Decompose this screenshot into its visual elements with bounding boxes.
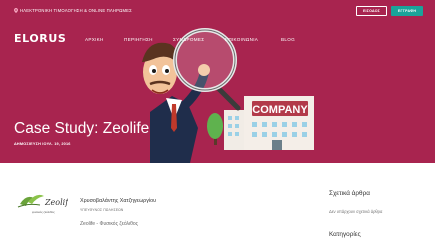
page-title: Case Study: Zeolife: [14, 120, 150, 137]
publish-date: ΔΗΜΟΣΙΕΥΣΗ ΙΟΥΛ. 19, 2016: [14, 142, 71, 146]
author-name: Χρυσοβαλάντης Χατζηγεωργίου: [80, 198, 157, 204]
hero-illustration: COMPANY: [142, 28, 314, 163]
signup-button[interactable]: ΕΓΓΡΑΦΗ: [391, 6, 423, 16]
tagline: ΗΛΕΚΤΡΟΝΙΚΗ ΤΙΜΟΛΟΓΗΣΗ & ONLINE ΠΛΗΡΩΜΕΣ: [14, 8, 132, 13]
related-articles-title: Σχετικά άρθρα: [329, 190, 370, 197]
nav-item-contact[interactable]: ΕΠΙΚΟΙΝΩΝΙΑ: [225, 37, 258, 42]
nav-item-tour[interactable]: ΠΕΡΙΗΓΗΣΗ: [124, 37, 153, 42]
hero-banner: COMPANY ΗΛΕΚΤΡΟΝΙΚΗ ΤΙΜΟΛΟΓΗΣΗ & ONLINE …: [0, 0, 435, 163]
location-pin-icon: [14, 8, 18, 13]
categories-title: Κατηγορίες: [329, 231, 361, 238]
author-company: Zeolife - Φυσικός ζεόλιθος: [80, 221, 139, 227]
nav-item-subscriptions[interactable]: ΣΥΝΔΡΟΜΕΣ: [173, 37, 204, 42]
building-sign: COMPANY: [252, 104, 308, 116]
company-logo-subtext: φυσικός ζεόλιθος: [32, 210, 55, 214]
company-logo: Zeolife φυσικός ζεόλιθος: [17, 194, 68, 214]
tagline-text: ΗΛΕΚΤΡΟΝΙΚΗ ΤΙΜΟΛΟΓΗΣΗ & ONLINE ΠΛΗΡΩΜΕΣ: [20, 8, 132, 13]
author-role: ΥΠΕΥΘΥΝΟΣ ΠΩΛΗΣΕΩΝ: [80, 208, 124, 212]
company-logo-text: Zeolife: [44, 198, 68, 207]
main-nav: ΑΡΧΙΚΗ ΠΕΡΙΗΓΗΣΗ ΣΥΝΔΡΟΜΕΣ ΕΠΙΚΟΙΝΩΝΙΑ B…: [0, 37, 435, 45]
nav-item-home[interactable]: ΑΡΧΙΚΗ: [85, 37, 104, 42]
login-button[interactable]: ΕΙΣΟΔΟΣ: [356, 6, 387, 16]
related-articles-empty: Δεν υπάρχουν σχετικά άρθρα: [329, 209, 383, 214]
nav-item-blog[interactable]: BLOG: [281, 37, 295, 42]
top-bar: ΗΛΕΚΤΡΟΝΙΚΗ ΤΙΜΟΛΟΓΗΣΗ & ONLINE ΠΛΗΡΩΜΕΣ…: [0, 0, 435, 22]
